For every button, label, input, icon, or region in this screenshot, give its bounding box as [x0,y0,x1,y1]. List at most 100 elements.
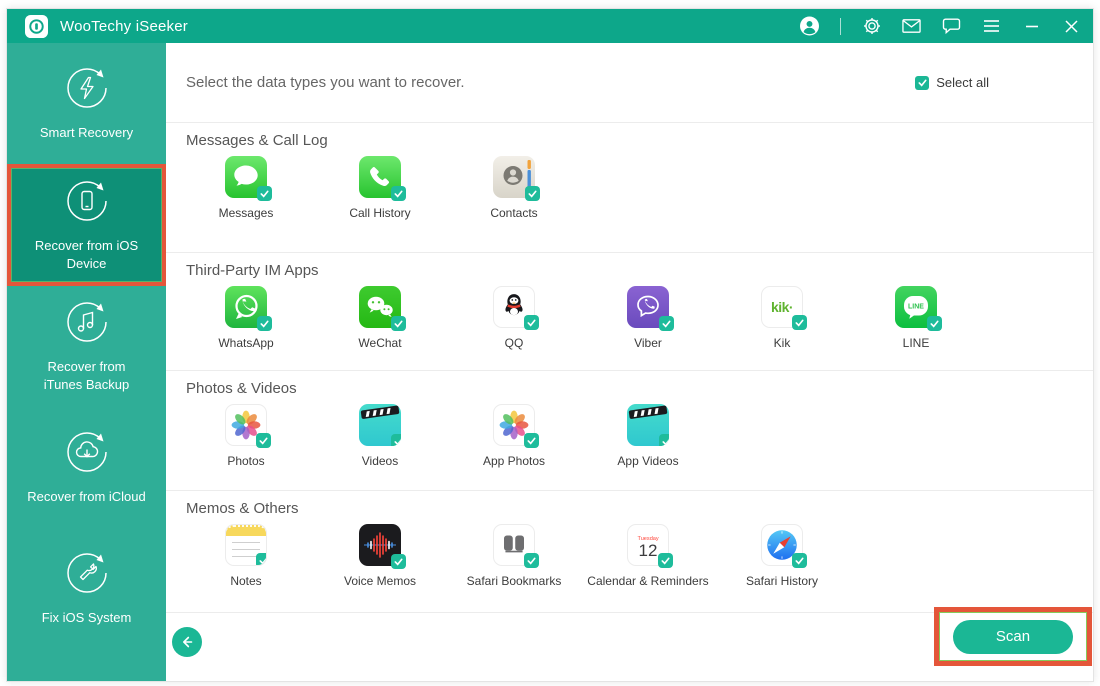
app-photos-app-icon [493,404,535,446]
select-all-label: Select all [936,75,989,90]
sidebar-item-label: Recover from iCloud [27,488,147,506]
notes-icon-header [226,525,266,536]
section-photos-videos: Photos & Videos [166,371,1093,491]
section-memos-others: Memos & Others Notes [166,491,1093,613]
main-content: Select the data types you want to recove… [166,43,1093,681]
close-icon[interactable] [1062,17,1081,36]
feedback-chat-icon[interactable] [942,17,961,36]
safari-bookmarks-app-icon [493,524,535,566]
checked-badge-icon [927,316,942,331]
calendar-date-text: 12 [639,542,658,559]
scan-annotation-highlight: Scan [934,607,1092,666]
checked-badge-icon [792,553,807,568]
checked-badge-icon [256,433,271,448]
wootechy-logo-icon [25,15,48,38]
section-title: Third-Party IM Apps [186,262,1093,279]
select-all-checkbox[interactable]: Select all [915,75,989,90]
tile-safari-history[interactable]: Safari History [715,524,849,588]
titlebar-divider [840,18,841,35]
back-button[interactable] [172,627,202,657]
back-arrow-icon [178,633,196,651]
tile-label: Calendar & Reminders [587,574,708,588]
kik-app-icon: kik· [761,286,803,328]
whatsapp-app-icon [225,286,267,328]
checked-badge-icon [792,315,807,330]
tile-safari-bookmarks[interactable]: Safari Bookmarks [447,524,581,588]
tile-app-videos[interactable]: App Videos [581,404,715,468]
tile-label: App Photos [483,454,545,468]
tile-kik[interactable]: kik· Kik [715,286,849,350]
checked-badge-icon [524,553,539,568]
checked-badge-icon [256,553,267,566]
tile-label: Viber [634,336,662,350]
tile-app-photos[interactable]: App Photos [447,404,581,468]
checked-badge-icon [257,316,272,331]
tile-label: Kik [774,336,791,350]
tile-label: Notes [230,574,261,588]
sidebar-item-smart-recovery[interactable]: Smart Recovery [7,43,166,164]
checked-badge-icon [659,316,674,331]
tile-notes[interactable]: Notes [179,524,313,588]
footer: Scan [166,613,1093,682]
tile-messages[interactable]: Messages [179,156,313,220]
checked-badge-icon [524,315,539,330]
qq-app-icon [493,286,535,328]
checked-badge-icon [391,554,406,569]
tile-label: WeChat [358,336,401,350]
videos-app-icon [359,404,401,446]
menu-icon[interactable] [982,17,1001,36]
sidebar-item-recover-from-ios-device[interactable]: Recover from iOS Device [7,164,166,286]
titlebar: WooTechy iSeeker [7,9,1093,43]
tile-label: Photos [227,454,264,468]
tile-voice-memos[interactable]: Voice Memos [313,524,447,588]
tile-label: Videos [362,454,398,468]
sidebar-item-fix-ios-system[interactable]: Fix iOS System [7,528,166,649]
app-videos-app-icon [627,404,669,446]
section-title: Photos & Videos [186,380,1093,397]
contacts-app-icon [493,156,535,198]
svg-text:LINE: LINE [908,304,924,311]
tile-label: Voice Memos [344,574,416,588]
itunes-recovery-icon [64,299,110,345]
tile-label: Safari Bookmarks [467,574,562,588]
checked-badge-icon [391,434,401,446]
tile-call-history[interactable]: Call History [313,156,447,220]
checked-badge-icon [658,553,673,568]
voice-memos-app-icon [359,524,401,566]
lightning-recovery-icon [64,65,110,111]
section-title: Messages & Call Log [186,132,1093,149]
line-app-icon: LINE [895,286,937,328]
checked-badge-icon [257,186,272,201]
sidebar-item-recover-from-itunes-backup[interactable]: Recover from iTunes Backup [7,286,166,407]
scan-button[interactable]: Scan [953,620,1073,654]
minimize-icon[interactable] [1022,17,1041,36]
tile-viber[interactable]: Viber [581,286,715,350]
tile-line[interactable]: LINE LINE [849,286,983,350]
mail-icon[interactable] [902,17,921,36]
tile-qq[interactable]: QQ [447,286,581,350]
tile-label: Messages [219,206,274,220]
settings-gear-icon[interactable] [862,17,881,36]
tile-contacts[interactable]: Contacts [447,156,581,220]
tile-wechat[interactable]: WeChat [313,286,447,350]
checked-badge-icon [391,186,406,201]
checked-badge-icon [659,434,669,446]
app-title: WooTechy iSeeker [60,18,188,35]
checked-badge-icon [524,433,539,448]
tile-photos[interactable]: Photos [179,404,313,468]
user-avatar-icon[interactable] [800,17,819,36]
checked-badge-icon [391,316,406,331]
tile-videos[interactable]: Videos [313,404,447,468]
notes-app-icon [225,524,267,566]
viber-app-icon [627,286,669,328]
section-third-party-im-apps: Third-Party IM Apps WhatsApp [166,253,1093,371]
call-history-app-icon [359,156,401,198]
tile-calendar-reminders[interactable]: Tuesday 12 Calendar & Reminders [581,524,715,588]
content-header: Select the data types you want to recove… [166,43,1093,123]
fix-system-icon [64,550,110,596]
sidebar-item-recover-from-icloud[interactable]: Recover from iCloud [7,407,166,528]
tile-label: QQ [505,336,524,350]
sidebar-item-label: Recover from iOS Device [27,237,147,272]
tile-whatsapp[interactable]: WhatsApp [179,286,313,350]
icloud-recovery-icon [64,429,110,475]
